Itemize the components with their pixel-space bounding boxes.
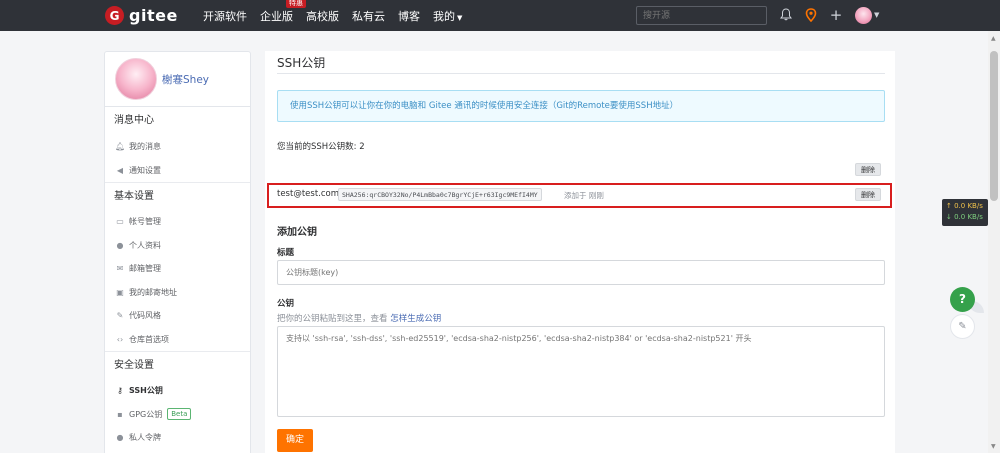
info-banner: 使用SSH公钥可以让你在你的电脑和 Gitee 通讯的时候使用安全连接（Git的… <box>277 90 885 122</box>
location-pin-icon-svg <box>805 8 817 23</box>
sidebar-item-label: 个人资料 <box>129 240 161 250</box>
sidebar-item-label: 私人令牌 <box>129 433 161 442</box>
address-card-icon: ▣ <box>116 287 124 297</box>
nav-link-mine[interactable]: 我的 ▼ <box>433 8 462 24</box>
gitee-logo-icon: G <box>105 6 124 25</box>
sidebar-item-label: 仓库首选项 <box>129 334 169 344</box>
user-icon: ● <box>116 240 124 250</box>
promo-badge: 特惠 <box>286 0 306 8</box>
gitee-logo-text: gitee <box>129 6 178 25</box>
how-to-generate-key-link[interactable]: 怎样生成公钥 <box>390 314 441 324</box>
nav-link-open-source[interactable]: 开源软件 <box>203 8 247 24</box>
mail-icon: ✉ <box>116 264 124 273</box>
nav-link-enterprise[interactable]: 企业版 特惠 <box>260 0 306 24</box>
key-title-input[interactable] <box>277 260 885 285</box>
sidebar-item-private-tokens[interactable]: ● 私人令牌 <box>105 426 250 450</box>
ssh-key-row: test@test.com SHA256:qrCBOY32No/P4LmBba0… <box>267 183 892 208</box>
sidebar-item-label: 我的消息 <box>129 142 161 151</box>
section-title-basic: 基本设置 <box>105 182 250 210</box>
add-key-heading: 添加公钥 <box>277 227 317 238</box>
sidebar-item-label: 帐号管理 <box>129 217 161 226</box>
divider <box>277 73 885 74</box>
upload-speed: ↑ 0.0 KB/s <box>946 202 983 210</box>
beta-badge: Beta <box>167 408 192 421</box>
code-icon: ‹› <box>116 334 124 344</box>
page-scrollbar[interactable]: ▲ ▼ <box>988 31 1000 453</box>
profile-avatar[interactable] <box>115 58 157 100</box>
download-speed: ↓ 0.0 KB/s <box>946 213 983 221</box>
delete-all-button[interactable]: 删除 <box>855 163 881 176</box>
profile-card: 榭寋Shey <box>105 52 250 107</box>
gitee-logo[interactable]: G gitee <box>105 6 178 25</box>
ssh-key-count: 您当前的SSH公钥数: 2 <box>277 142 365 152</box>
help-button[interactable]: ? <box>950 287 975 312</box>
sidebar-item-repo-preferences[interactable]: ‹› 仓库首选项 <box>105 328 250 352</box>
feedback-edit-button[interactable]: ✎ <box>950 314 975 339</box>
sidebar-item-label: 我的邮寄地址 <box>129 287 177 297</box>
scrollbar-thumb[interactable] <box>990 51 998 201</box>
sidebar-item-label: 通知设置 <box>129 165 161 175</box>
key-icon: ⚷ <box>117 386 123 395</box>
lock-icon: ▪ <box>117 409 123 419</box>
sidebar-item-label: 邮箱管理 <box>129 264 161 273</box>
brush-icon: ✎ <box>116 311 124 320</box>
ssh-keys-panel: SSH公钥 使用SSH公钥可以让你在你的电脑和 Gitee 通讯的时候使用安全连… <box>265 51 895 453</box>
section-title-security: 安全设置 <box>105 351 250 379</box>
sidebar-item-label: 代码风格 <box>129 311 161 320</box>
chevron-down-icon[interactable]: ▼ <box>874 11 879 19</box>
user-avatar[interactable] <box>855 7 872 24</box>
key-hint-text: 把你的公钥粘贴到这里，查看 <box>277 314 388 324</box>
sidebar-item-email[interactable]: ✉ 邮箱管理 <box>105 257 250 281</box>
profile-username[interactable]: 榭寋Shey <box>162 72 209 87</box>
bell-icon: 🔔︎ <box>115 142 126 151</box>
bell-icon-svg <box>780 8 792 21</box>
sidebar-item-label: SSH公钥 <box>129 386 163 395</box>
title-label: 标题 <box>277 248 295 258</box>
nav-link-education[interactable]: 高校版 <box>306 8 339 24</box>
sidebar-item-notification-settings[interactable]: ◀︎ 通知设置 <box>105 159 250 183</box>
plus-icon[interactable]: + <box>829 8 843 23</box>
speaker-icon: ◀︎ <box>116 165 124 175</box>
sidebar-item-address[interactable]: ▣ 我的邮寄地址 <box>105 281 250 305</box>
confirm-button[interactable]: 确定 <box>277 429 313 452</box>
location-pin-icon[interactable] <box>804 8 818 23</box>
ssh-key-added-time: 添加于 刚刚 <box>564 191 604 200</box>
nav-link-blog[interactable]: 博客 <box>398 8 420 24</box>
sidebar-item-account[interactable]: ▭ 帐号管理 <box>105 210 250 234</box>
search-input[interactable] <box>636 6 767 25</box>
sidebar-item-profile[interactable]: ● 个人资料 <box>105 234 250 258</box>
bell-icon[interactable] <box>779 8 793 22</box>
scroll-down-icon[interactable]: ▼ <box>991 443 996 450</box>
id-card-icon: ▭ <box>116 217 124 226</box>
sidebar-item-gpg-keys[interactable]: ▪ GPG公钥 Beta <box>105 403 250 427</box>
scroll-up-icon[interactable]: ▲ <box>991 35 996 42</box>
nav-links: 开源软件 企业版 特惠 高校版 私有云 博客 我的 ▼ <box>203 0 475 31</box>
section-title-messages: 消息中心 <box>114 115 154 126</box>
delete-key-button[interactable]: 删除 <box>855 188 881 201</box>
page-title: SSH公钥 <box>277 56 326 70</box>
sidebar-item-my-messages[interactable]: 🔔︎ 我的消息 <box>105 135 250 159</box>
sidebar-item-ssh-keys[interactable]: ⚷ SSH公钥 <box>105 379 250 403</box>
nav-link-enterprise-label: 企业版 <box>260 9 293 23</box>
caret-down-icon: ▼ <box>457 13 463 22</box>
network-speed-widget: ↑ 0.0 KB/s ↓ 0.0 KB/s <box>942 199 988 226</box>
nav-link-mine-label: 我的 <box>433 9 455 23</box>
ssh-key-title: test@test.com <box>277 189 340 199</box>
top-nav: G gitee 开源软件 企业版特惠 高校版 私有云 博客 我的▼ + ▼ <box>0 0 1000 31</box>
nav-link-private-cloud[interactable]: 私有云 <box>352 8 385 24</box>
key-hint: 把你的公钥粘贴到这里，查看 怎样生成公钥 <box>277 312 441 324</box>
key-label: 公钥 <box>277 299 295 309</box>
settings-sidebar: 榭寋Shey 消息中心 🔔︎ 我的消息 ◀︎ 通知设置 基本设置 ▭ 帐号管理 ● 个人… <box>104 51 251 453</box>
ssh-key-fingerprint: SHA256:qrCBOY32No/P4LmBba0c7BgrYCjE+r63I… <box>338 188 542 201</box>
users-icon: ● <box>116 433 124 442</box>
public-key-textarea[interactable] <box>277 326 885 417</box>
sidebar-item-label: GPG公钥 <box>129 409 163 419</box>
sidebar-item-code-style[interactable]: ✎ 代码风格 <box>105 304 250 328</box>
